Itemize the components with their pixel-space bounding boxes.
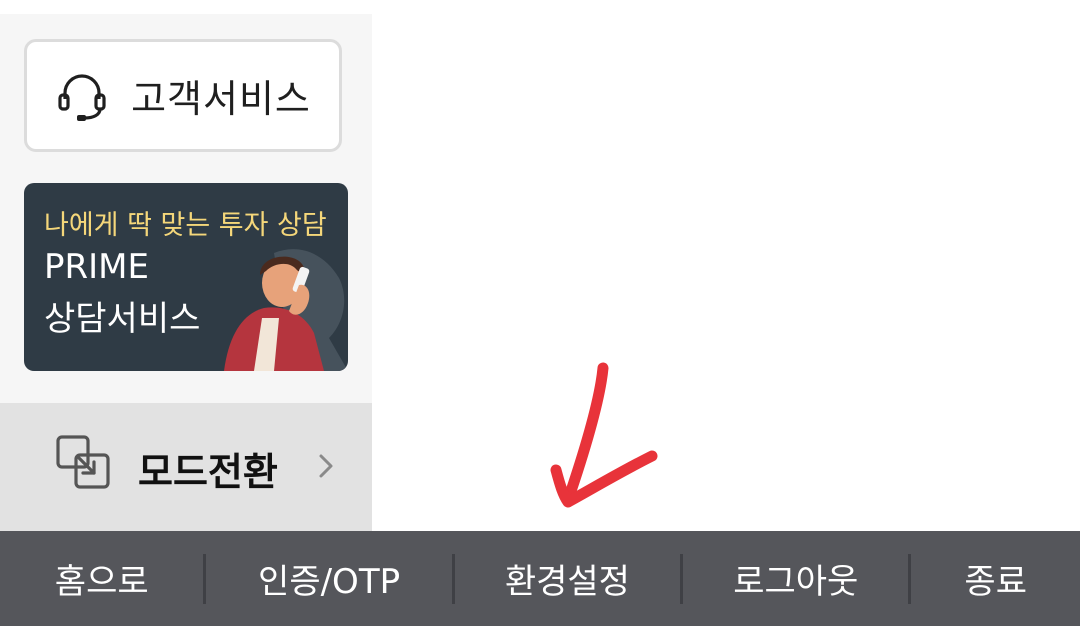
mode-switch-label: 모드전환 <box>138 450 278 494</box>
app-screen: 고객서비스 나에게 딱 맞는 투자 상담 PRIME 상담서비스 모드전환 홈으… <box>0 0 1080 626</box>
bottom-navigation-bar: 홈으로 인증/OTP 환경설정 로그아웃 종료 <box>0 531 1080 626</box>
banner-title-line2: 상담서비스 <box>44 299 201 339</box>
authentication-otp-button[interactable]: 인증/OTP <box>206 531 451 626</box>
exit-button[interactable]: 종료 <box>911 531 1080 626</box>
consultant-illustration <box>224 249 348 371</box>
customer-service-label: 고객서비스 <box>131 77 311 121</box>
red-arrow-annotation <box>550 362 658 508</box>
mode-switch-button[interactable]: 모드전환 <box>0 403 372 531</box>
prime-consulting-banner[interactable]: 나에게 딱 맞는 투자 상담 PRIME 상담서비스 <box>24 183 348 371</box>
headset-icon <box>55 69 109 123</box>
chevron-right-icon <box>319 454 333 478</box>
settings-button[interactable]: 환경설정 <box>455 531 680 626</box>
banner-title-line1: PRIME <box>44 247 149 287</box>
customer-service-button[interactable]: 고객서비스 <box>24 39 342 152</box>
switch-mode-icon <box>56 435 110 489</box>
logout-button[interactable]: 로그아웃 <box>683 531 908 626</box>
home-button[interactable]: 홈으로 <box>0 531 203 626</box>
side-menu-panel: 고객서비스 나에게 딱 맞는 투자 상담 PRIME 상담서비스 모드전환 <box>0 14 372 531</box>
